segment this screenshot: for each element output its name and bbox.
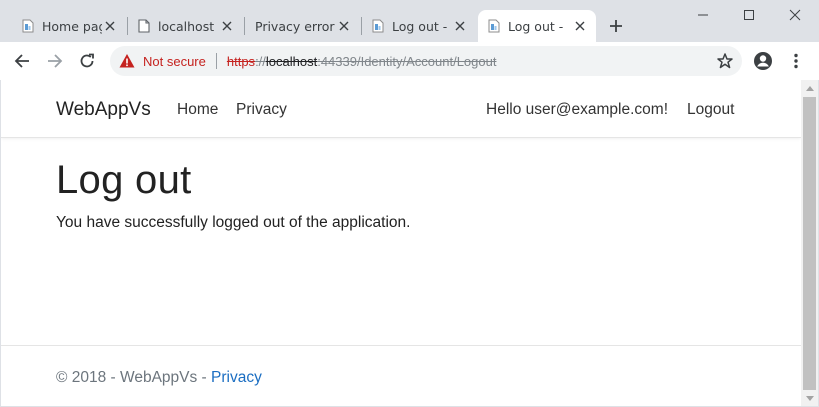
- tab-title: Privacy error: [255, 18, 335, 34]
- caret-up-icon: [805, 85, 814, 91]
- scroll-down-button[interactable]: [801, 390, 818, 406]
- url-text[interactable]: https://localhost:44339/Identity/Account…: [227, 54, 497, 69]
- vertical-scrollbar[interactable]: [801, 80, 818, 406]
- tab-privacy-error[interactable]: Privacy error: [245, 10, 360, 42]
- footer-text: © 2018 - WebAppVs - Privacy: [56, 369, 262, 387]
- site-footer: © 2018 - WebAppVs - Privacy: [1, 345, 801, 406]
- close-window-button[interactable]: [772, 0, 818, 30]
- url-path: :44339/Identity/Account/Logout: [317, 53, 497, 69]
- page-title: Log out: [56, 158, 192, 202]
- reload-button[interactable]: [74, 48, 100, 74]
- omnibox-divider: [215, 53, 217, 69]
- url-host: localhost: [265, 53, 318, 69]
- minimize-button[interactable]: [680, 0, 726, 30]
- nav-link-privacy[interactable]: Privacy: [236, 101, 287, 119]
- nav-link-home[interactable]: Home: [177, 101, 218, 119]
- logout-message: You have successfully logged out of the …: [56, 214, 411, 231]
- maximize-icon: [744, 10, 754, 20]
- bookmark-star-icon[interactable]: [716, 52, 734, 70]
- security-status[interactable]: Not secure: [143, 54, 206, 69]
- reload-icon: [80, 53, 94, 68]
- document-icon: [138, 19, 150, 33]
- url-scheme: https: [226, 53, 256, 69]
- close-tab-icon[interactable]: [336, 18, 352, 34]
- tab-title: Log out -: [508, 18, 564, 34]
- close-tab-icon[interactable]: [102, 18, 118, 34]
- browser-toolbar: Not secure https://localhost:44339/Ident…: [0, 42, 819, 80]
- page-viewport: WebAppVs Home Privacy Hello user@example…: [1, 80, 801, 406]
- tab-strip: Home pag localhost Privacy error Log out…: [0, 0, 819, 42]
- tab-logout-1[interactable]: Log out -: [362, 10, 476, 42]
- close-tab-icon[interactable]: [219, 18, 235, 34]
- scroll-up-button[interactable]: [801, 80, 818, 96]
- address-bar[interactable]: Not secure https://localhost:44339/Ident…: [110, 46, 742, 76]
- site-navbar: WebAppVs Home Privacy Hello user@example…: [1, 80, 801, 138]
- maximize-button[interactable]: [726, 0, 772, 30]
- close-tab-icon[interactable]: [572, 18, 588, 34]
- footer-copyright: © 2018 - WebAppVs -: [56, 369, 212, 386]
- forward-button[interactable]: [42, 48, 68, 74]
- more-vert-icon: [794, 53, 798, 69]
- logout-link[interactable]: Logout: [687, 101, 734, 119]
- close-tab-icon[interactable]: [452, 18, 468, 34]
- scrollbar-thumb[interactable]: [803, 97, 816, 390]
- caret-down-icon: [805, 395, 814, 401]
- page-icon: [488, 19, 500, 33]
- tab-title: localhost: [158, 18, 215, 34]
- user-greeting[interactable]: Hello user@example.com!: [486, 101, 668, 119]
- site-brand[interactable]: WebAppVs: [56, 99, 151, 121]
- warning-icon: [119, 54, 135, 68]
- minimize-icon: [698, 14, 708, 16]
- close-icon: [789, 9, 801, 21]
- new-tab-button[interactable]: [604, 15, 628, 37]
- tab-localhost[interactable]: localhost: [128, 10, 243, 42]
- tab-home[interactable]: Home pag: [12, 10, 126, 42]
- tab-title: Log out -: [392, 18, 448, 34]
- back-button[interactable]: [9, 48, 35, 74]
- tab-logout-active[interactable]: Log out -: [478, 10, 596, 42]
- arrow-left-icon: [14, 54, 29, 68]
- page-icon: [22, 19, 34, 33]
- profile-icon[interactable]: [753, 51, 773, 71]
- tab-title: Home pag: [42, 18, 102, 34]
- plus-icon: [610, 20, 622, 32]
- arrow-right-icon: [48, 54, 63, 68]
- browser-window: Home pag localhost Privacy error Log out…: [0, 0, 819, 407]
- browser-menu-button[interactable]: [788, 51, 804, 71]
- footer-privacy-link[interactable]: Privacy: [211, 369, 262, 386]
- page-icon: [372, 19, 384, 33]
